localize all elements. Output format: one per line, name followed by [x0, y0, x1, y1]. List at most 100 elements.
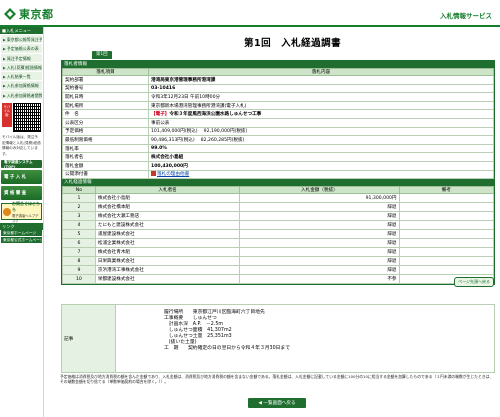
sidebar-item-qualification[interactable]: 入札参加資格情報 [1, 81, 42, 91]
bid-amount: 不参 [239, 274, 400, 285]
bid-remarks [398, 247, 495, 258]
qualification-review-button[interactable]: 資 格 審 査 [1, 186, 42, 201]
bid-amount: 辞退 [239, 202, 400, 213]
bid-amount: 辞退 [239, 220, 400, 231]
row-value: 99.0% [148, 143, 494, 154]
header-divider [0, 25, 500, 27]
bid-amount: 辞退 [239, 256, 400, 267]
bid-remarks [398, 220, 495, 231]
table-row: 最低制限価格 90,486,313円(税込) 82,260,285円(税抜) [62, 135, 494, 145]
back-button-label: 一覧画面へ戻る [263, 401, 296, 406]
row-key: 契約番号 [62, 83, 149, 94]
bidder-name: 浦屋建設株式会社 [94, 229, 241, 240]
row-key: 開札日時 [62, 92, 149, 102]
bidder-name: 栄都建設株式会社 [94, 274, 241, 285]
link-tokyo-home[interactable]: 東京都ホームページ [1, 230, 42, 238]
bid-no: 3 [62, 211, 96, 222]
row-key: 最低制限価格 [62, 135, 149, 145]
table-row: 契約番号 03-10416 [62, 83, 494, 94]
winner-info-table: 落札項目 落札内容 契約部署 港湾局東京港管理事務所港湾課 契約番号 03-1041… [62, 68, 494, 180]
attachment-link[interactable]: 落札の理由他書 [157, 172, 189, 177]
bid-no: 10 [62, 274, 96, 285]
col-content: 落札内容 [148, 68, 494, 76]
bid-remarks [398, 256, 495, 267]
mobile-note: モバイル版は、発注予定情報と入札(見積)経過情報のみ対応しています。 [2, 135, 41, 156]
mobile-badge[interactable]: モバイル版 [2, 103, 12, 128]
bidder-name: 京浜港湾工事株式会社 [94, 265, 241, 276]
bid-no: 8 [62, 256, 96, 267]
bid-row: 5 浦屋建設株式会社 辞退 [62, 229, 495, 240]
notes-panel: 記事 履行場所 東京都江戸川区臨海町六丁目地先 工事概要 しゅんせつ 計画水深 … [61, 304, 495, 373]
row-key: 契約部署 [62, 75, 149, 85]
links-heading: リンク [0, 223, 43, 231]
table-header-row: 落札項目 落札内容 [62, 68, 494, 76]
inquiry-sub: 電子調達ヘルプデスク [12, 213, 39, 223]
notes-body: 履行場所 東京都江戸川区臨海町六丁目地先 工事概要 しゅんせつ 計画水深 A.P… [116, 305, 290, 372]
row-key: 公表区分 [62, 117, 149, 128]
row-key: 落札金額 [62, 160, 149, 171]
sidebar-item-notice[interactable]: 東京都公報等発注予定公表 [1, 35, 42, 45]
footnote: 予定価格は消費税及び地方消費税の額を含んだ金額であり、入札金額は、消費税及び地方… [60, 374, 494, 384]
bid-row: 2 株式会社橋本組 辞退 [62, 202, 495, 213]
row-value: 落札の理由他書 [148, 169, 494, 180]
bid-row: 3 株式会社大瀬工務店 辞退 [62, 211, 495, 222]
table-row: 落札率 99.0% [62, 143, 494, 154]
service-title[interactable]: 入札情報サービス [440, 10, 492, 20]
bid-table: No 入札者名 入札金額（税抜） 備考 1 株式会社小島組 91,300,000円 … [62, 186, 495, 285]
col-remarks: 備考 [398, 186, 495, 195]
bid-remarks [398, 229, 495, 240]
tokyo-emblem-icon [4, 8, 16, 20]
bid-remarks [398, 211, 495, 222]
bid-row: 8 日栄興業株式会社 辞退 [62, 256, 495, 267]
bid-amount: 辞退 [239, 247, 400, 258]
page-top-button[interactable]: ページ先頭へ戻る [454, 277, 494, 287]
bid-remarks [398, 238, 495, 249]
sidebar-item-results[interactable]: 入札結果一覧 [1, 72, 42, 82]
bid-row: 6 松浦企業株式会社 辞退 [62, 238, 495, 249]
bid-no: 2 [62, 202, 96, 213]
table-row: 契約部署 港湾局東京港管理事務所港湾課 [62, 75, 494, 85]
sidebar-item-qualified-list[interactable]: 入札参加資格者閲覧 [1, 90, 42, 101]
sidebar-item-price[interactable]: 予定価格公表の表 [1, 44, 42, 54]
section-bid-progress: 入札経過情報 [62, 179, 494, 187]
col-bidder: 入札者名 [94, 186, 241, 195]
bid-amount: 辞退 [239, 238, 400, 249]
link-tokyo-official[interactable]: 東京都公式ホームページ [1, 237, 42, 245]
bid-row: 10 栄都建設株式会社 不参 [62, 274, 495, 285]
row-value: 100,430,000円 [148, 160, 494, 171]
notes-line: 工 期 契約確定の日の翌日から令和４年３月30日まで [164, 346, 291, 351]
row-value: 03-10416 [148, 83, 494, 94]
inquiry-title: お問合せはこちら [12, 200, 40, 212]
table-row: 予定価格 101,409,000円(税込) 92,190,000円(税抜) [62, 126, 494, 137]
bidder-name: 株式会社青木組 [94, 247, 241, 258]
bid-no: 7 [62, 247, 96, 258]
table-row: 件 名【電子】令和３年度風西海浜公園水路しゅんせつ工事 [62, 109, 494, 119]
bid-remarks [398, 202, 495, 213]
e-procurement-top-button[interactable]: 電子調達システム(TOP) [1, 160, 42, 169]
sidebar-item-plan[interactable]: 発注予定情報 [1, 53, 42, 63]
e-bid-button[interactable]: 電 子 入 札 [1, 170, 42, 185]
table-row: 落札金額 100,430,000円 [62, 160, 494, 171]
row-value: 【電子】令和３年度風西海浜公園水路しゅんせつ工事 [148, 109, 494, 119]
back-to-list-button[interactable]: ◀ 一覧画面へ戻る [248, 398, 306, 408]
tab-round-1[interactable]: 第1回 [92, 51, 112, 59]
inquiry-button[interactable]: お問合せはこちら 電子調達ヘルプデスク [1, 200, 42, 223]
sidebar-item-progress[interactable]: 入札(見積)経過情報 [1, 62, 42, 73]
row-key: 予定価格 [62, 126, 149, 137]
bid-amount: 91,300,000円 [239, 193, 400, 204]
mobile-qr-block: モバイル版 [2, 103, 41, 133]
sidebar: ■入札メニュー 東京都公報等発注予定公表 予定価格公表の表 発注予定情報 入札(… [0, 27, 44, 417]
section-winner-info: 落札者情報 [62, 61, 494, 68]
col-item: 落札項目 [62, 68, 149, 76]
row-value: 令和3年12月23日 午前10時00分 [148, 92, 494, 102]
row-value: 株式会社小島組 [148, 152, 494, 162]
electronic-tag: 【電子】 [151, 112, 170, 118]
winner-info-panel: 落札者情報 落札項目 落札内容 契約部署 港湾局東京港管理事務所港湾課 契約番号 0… [61, 60, 495, 286]
row-key: 開札場所 [62, 100, 149, 111]
tokyo-logo[interactable]: 東京都 [3, 6, 54, 22]
bid-remarks [398, 265, 495, 276]
bid-row: 9 京浜港湾工事株式会社 辞退 [62, 265, 495, 276]
bid-no: 5 [62, 229, 96, 240]
table-row: 開札場所 東京都新木場港湾管理事務所港湾課(電子入札) [62, 100, 494, 111]
bid-no: 6 [62, 238, 96, 249]
